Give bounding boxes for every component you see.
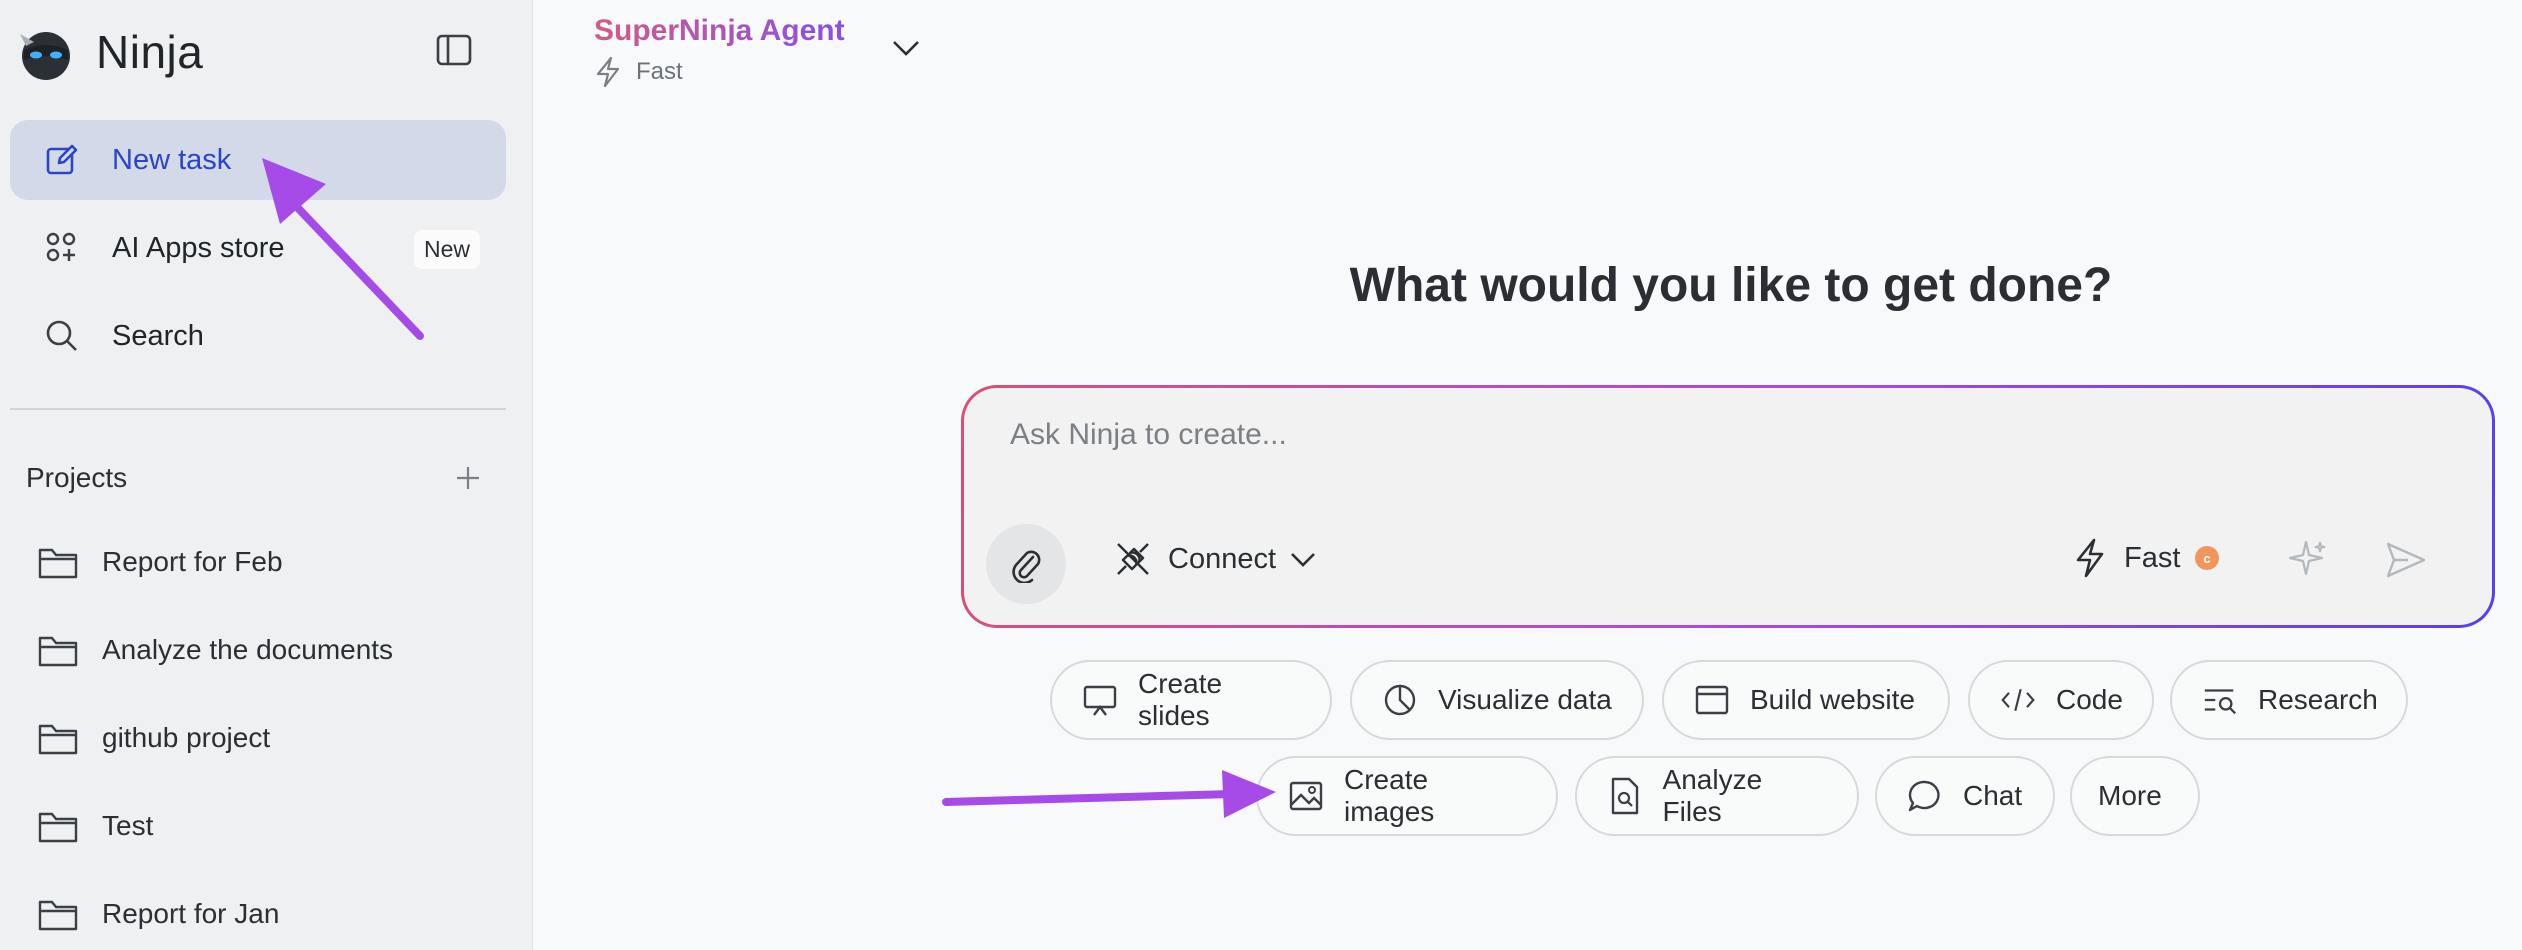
chip-label: Create images — [1344, 764, 1435, 827]
apps-store-label: AI Apps store — [112, 231, 285, 264]
search-label: Search — [112, 319, 204, 352]
plus-icon — [457, 467, 479, 489]
send-icon[interactable] — [2384, 538, 2428, 582]
attach-button[interactable] — [986, 524, 1066, 604]
project-name: github project — [102, 722, 271, 753]
bolt-icon — [2076, 538, 2104, 578]
browser-window-icon — [1694, 682, 1730, 718]
plug-icon — [1117, 543, 1149, 575]
sidebar: Ninja New task AI Apps store New Search … — [0, 0, 533, 950]
chip-label: More — [2098, 780, 2162, 811]
visualize-data-button[interactable]: Visualize data — [1350, 660, 1644, 740]
new-badge: New — [413, 230, 480, 269]
research-button[interactable]: Research — [2170, 660, 2408, 740]
project-item[interactable]: Analyze the documents — [38, 620, 393, 680]
sidebar-toggle-button[interactable] — [432, 28, 476, 72]
research-icon — [2202, 682, 2238, 718]
more-button[interactable]: More — [2070, 756, 2200, 836]
folder-icon — [38, 548, 78, 579]
connect-label: Connect — [1168, 542, 1277, 575]
build-website-button[interactable]: Build website — [1662, 660, 1950, 740]
sidebar-item-search[interactable]: Search — [10, 296, 506, 376]
annotation-arrow-create-images — [942, 770, 1276, 818]
project-name: Report for Jan — [102, 898, 280, 929]
code-icon — [2000, 682, 2036, 718]
sidebar-divider — [10, 408, 506, 410]
presentation-icon — [1082, 682, 1118, 718]
folder-icon — [38, 812, 78, 843]
project-name: Analyze the documents — [102, 634, 394, 665]
folder-icon — [38, 724, 78, 755]
agent-mode-label: Fast — [636, 58, 683, 85]
connect-dropdown[interactable]: Connect — [1114, 540, 1318, 578]
search-icon — [42, 316, 82, 356]
sidebar-item-apps-store[interactable]: AI Apps store New — [10, 208, 506, 288]
folder-icon — [38, 636, 78, 667]
analyze-files-button[interactable]: Analyze Files — [1575, 756, 1859, 836]
chip-label: Visualize data — [1438, 684, 1612, 715]
project-item[interactable]: Report for Feb — [38, 532, 283, 592]
sparkle-icon[interactable] — [2286, 538, 2330, 582]
new-task-button[interactable]: New task — [10, 120, 506, 200]
project-item[interactable]: Report for Jan — [38, 884, 279, 944]
page-title: What would you like to get done? — [1349, 259, 2113, 312]
file-search-icon — [1607, 777, 1643, 815]
create-slides-button[interactable]: Create slides — [1050, 660, 1332, 740]
chip-label: Research — [2258, 684, 2378, 715]
project-name: Report for Feb — [102, 546, 283, 577]
chip-label: Analyze Files — [1662, 764, 1763, 827]
ninja-logo-icon — [20, 32, 70, 80]
svg-text:c: c — [2204, 551, 2211, 566]
speed-selector[interactable]: Fast c — [2074, 538, 2220, 578]
projects-header: Projects — [26, 460, 486, 496]
project-item[interactable]: Test — [38, 796, 153, 856]
chevron-down-icon — [1291, 553, 1315, 567]
chip-label: Chat — [1963, 780, 2023, 811]
chevron-down-icon[interactable] — [888, 30, 924, 66]
image-icon — [1288, 778, 1324, 814]
code-button[interactable]: Code — [1968, 660, 2154, 740]
brand-logo[interactable]: Ninja — [14, 20, 203, 84]
add-project-button[interactable] — [450, 460, 486, 496]
pie-chart-icon — [1382, 682, 1418, 718]
project-name: Test — [102, 810, 154, 841]
chat-button[interactable]: Chat — [1875, 756, 2055, 836]
agent-selector[interactable]: SuperNinja Agent — [594, 14, 845, 48]
bolt-icon — [596, 56, 620, 88]
new-task-label: New task — [112, 143, 232, 176]
folder-icon — [38, 900, 78, 931]
apps-grid-icon — [42, 228, 82, 268]
credit-coin-icon: c — [2195, 546, 2220, 570]
edit-icon — [42, 140, 82, 180]
chip-label: Build website — [1750, 684, 1915, 715]
chip-label: Create slides — [1138, 668, 1223, 731]
chip-label: Code — [2056, 684, 2123, 715]
speed-label: Fast — [2124, 541, 2181, 574]
brand-name: Ninja — [96, 26, 204, 78]
chat-bubble-icon — [1907, 778, 1943, 814]
prompt-input[interactable]: Ask Ninja to create... — [1010, 418, 1287, 452]
project-item[interactable]: github project — [38, 708, 270, 768]
agent-mode: Fast — [594, 56, 683, 88]
create-images-button[interactable]: Create images — [1256, 756, 1558, 836]
sidebar-toggle-icon — [436, 34, 472, 66]
prompt-composer: Ask Ninja to create... Connect Fast c — [961, 385, 2495, 628]
projects-title: Projects — [26, 462, 128, 493]
paperclip-icon — [1012, 550, 1041, 583]
